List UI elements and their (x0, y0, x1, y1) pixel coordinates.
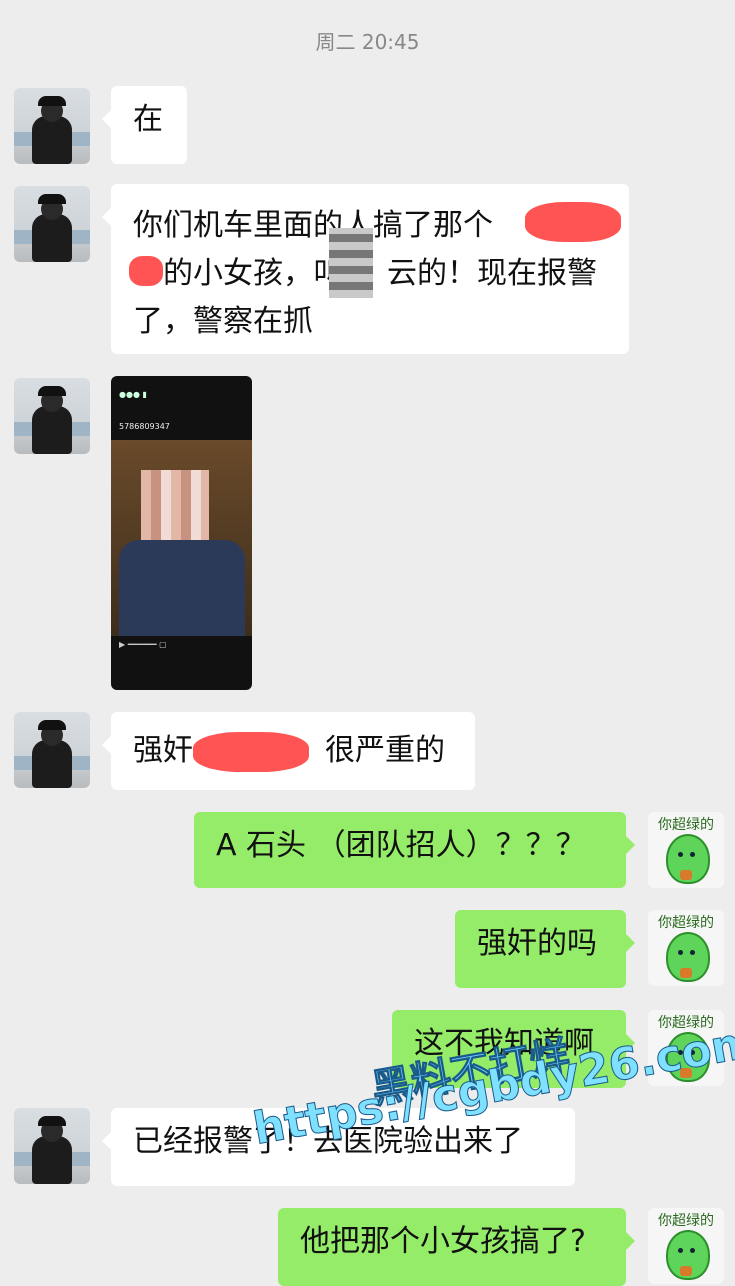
video-controls: ▶ ━━━━━━ ▢ (119, 640, 167, 649)
message-bubble[interactable]: 你们机车里面的人搞了那个 的小女孩，叫 云的！现在报警 了，警察在抓 (102, 184, 629, 354)
tie-icon (680, 1266, 692, 1276)
pixelated-face (141, 470, 209, 540)
contact-avatar[interactable] (14, 712, 90, 788)
self-avatar-caption: 你超绿的 (658, 1213, 714, 1229)
message-text: 他把那个小女孩搞了? (300, 1224, 586, 1259)
message-text-part: 很严重的 (325, 733, 445, 768)
redaction-mark (129, 256, 163, 286)
tie-icon (680, 870, 692, 880)
message-bubble-self[interactable]: 强奸的吗 (455, 910, 635, 988)
message-bubble-self[interactable]: 他把那个小女孩搞了? (278, 1208, 635, 1286)
chat-timestamp: 周二 20:45 (315, 30, 420, 54)
contact-avatar[interactable] (14, 1108, 90, 1184)
message-text: A 石头 （团队招人）？？？ (216, 828, 586, 863)
message-text-line: 云的！现在报警 (387, 256, 597, 291)
self-avatar[interactable]: 你超绿的 (648, 1208, 724, 1284)
contact-avatar[interactable] (14, 378, 90, 454)
image-caption: 5786809347 (119, 422, 170, 431)
tie-icon (680, 968, 692, 978)
image-person (119, 540, 245, 636)
redaction-mark (193, 732, 309, 772)
shared-image[interactable]: ●●● ▮ 5786809347 ▶ ━━━━━━ ▢ (111, 376, 252, 690)
self-avatar[interactable]: 你超绿的 (648, 812, 724, 888)
redaction-mark (525, 202, 621, 242)
self-avatar[interactable]: 你超绿的 (648, 910, 724, 986)
message-text-line: 了，警察在抓 (133, 304, 313, 339)
message-text: 强奸的吗 (477, 926, 597, 961)
message-text-part: 强奸 (133, 733, 193, 768)
message-text: 在 (133, 102, 163, 137)
contact-avatar[interactable] (14, 186, 90, 262)
self-avatar-caption: 你超绿的 (658, 817, 714, 833)
self-avatar-caption: 你超绿的 (658, 915, 714, 931)
message-bubble-self[interactable]: A 石头 （团队招人）？？？ (194, 812, 635, 888)
image-status-bar: ●●● ▮ (119, 390, 147, 399)
message-bubble[interactable]: 在 (102, 86, 187, 164)
mosaic-blur (329, 228, 373, 298)
message-text-line: 你们机车里面的人搞了那个 (133, 208, 493, 243)
message-bubble[interactable]: 强奸 很严重的 (102, 712, 475, 790)
message-text-line: 的小女孩，叫 (163, 256, 343, 291)
contact-avatar[interactable] (14, 88, 90, 164)
